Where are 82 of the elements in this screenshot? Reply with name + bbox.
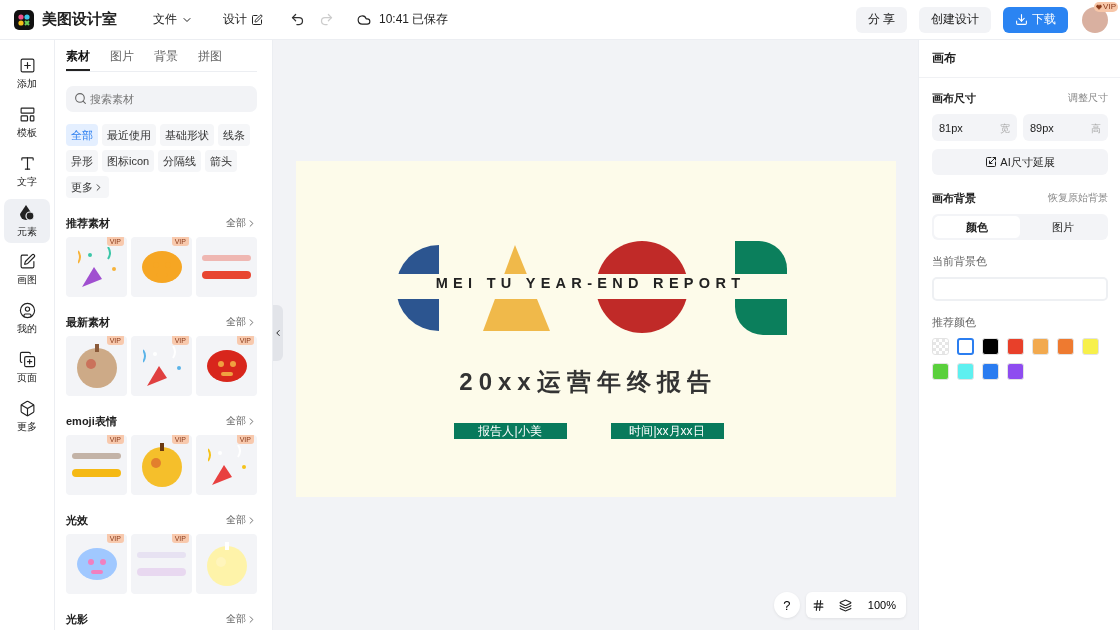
file-menu[interactable]: 文件 [147,7,199,32]
see-all-link[interactable]: 全部 [226,315,257,329]
help-button[interactable]: ? [773,592,800,618]
user-icon [18,302,36,319]
see-all-link[interactable]: 全部 [226,216,257,230]
category-chip[interactable]: 最近使用 [102,124,156,146]
template-icon [18,106,36,123]
rail-item[interactable]: 元素 [4,199,50,243]
transparent-swatch[interactable] [932,338,949,355]
add-icon [18,57,36,74]
rail-item[interactable]: 画图 [4,248,50,292]
asset-tile[interactable] [196,534,257,594]
page-add-icon [18,351,36,368]
search-icon [74,92,87,105]
category-chip[interactable]: 基础形状 [160,124,214,146]
zoom-level[interactable]: 100% [863,599,900,611]
search-field[interactable]: 搜索素材 [66,86,257,112]
category-chip[interactable]: 分隔线 [158,150,202,172]
see-all-link[interactable]: 全部 [226,612,257,626]
design-menu[interactable]: 设计 [217,7,269,32]
grid-icon[interactable] [811,598,825,612]
rail-item[interactable]: 页面 [4,346,50,390]
category-chip[interactable]: 全部 [66,124,98,146]
panel-tab[interactable]: 图片 [110,49,134,71]
rail-item[interactable]: 更多 [4,395,50,439]
report-title: 20xx运营年终报告 [458,367,718,397]
edit-icon [18,253,36,270]
section-title: 推荐素材 [66,215,110,231]
color-swatch[interactable] [957,338,974,355]
edit-icon [251,13,263,26]
top-button[interactable]: 分 享 [855,6,907,33]
category-chip[interactable]: 箭头 [205,150,238,172]
rail-item[interactable]: 文字 [4,150,50,194]
save-status: 10:41 已保存 [379,11,449,28]
layers-icon[interactable] [838,598,852,612]
segment-tab[interactable]: 图片 [1020,216,1106,238]
english-subtitle: MEI TU YEAR-END REPORT [434,275,747,291]
asset-tile[interactable] [196,237,257,297]
section-title: emoji表情 [66,413,117,429]
background-label: 画布背景 [932,191,976,206]
see-all-link[interactable]: 全部 [226,414,257,428]
collapse-handle[interactable] [273,305,283,361]
unit-label: 高 [1091,122,1101,136]
vip-badge: VIP [1094,1,1118,12]
unit-label: 宽 [1000,122,1010,136]
reset-background-link[interactable]: 恢复原始背景 [1048,192,1108,205]
swatch-label: 推荐颜色 [932,315,976,330]
category-chip[interactable]: 更多 [66,176,109,198]
ai-extend-button[interactable]: AI尺寸延展 [932,149,1108,175]
chevron-left-icon [273,328,283,338]
category-chip[interactable]: 线条 [218,124,250,146]
resize-icon [985,156,998,168]
category-chip[interactable]: 图标icon [102,150,155,172]
redo-icon [319,12,334,27]
panel-tab[interactable]: 拼图 [198,49,222,71]
cloud-icon [357,12,371,27]
panel-tab[interactable]: 素材 [66,49,90,71]
download-button[interactable]: 下载 [1003,6,1068,33]
section-title: 光效 [66,512,88,528]
app-name: 美图设计室 [42,10,117,29]
category-chip[interactable]: 异形 [66,150,98,172]
inspector-title: 画布 [919,40,1120,78]
rail-item[interactable]: 模板 [4,101,50,145]
panel-tab[interactable]: 背景 [154,49,178,71]
rail-item[interactable]: 添加 [4,52,50,96]
segment-tab[interactable]: 颜色 [934,216,1020,238]
app-logo-icon [14,9,34,30]
cube-icon [18,400,36,417]
info-label: 时间|xx月xx日 [610,423,724,439]
see-all-link[interactable]: 全部 [226,513,257,527]
rail-item[interactable]: 我的 [4,297,50,341]
top-button[interactable]: 创建设计 [919,6,991,33]
undo-icon [290,12,305,27]
size-label: 画布尺寸 [932,91,976,106]
section-title: 光影 [66,611,88,627]
download-icon [1015,13,1028,26]
section-title: 最新素材 [66,314,110,330]
current-color-label: 当前背景色 [932,254,987,269]
text-icon [18,155,36,172]
shapes-icon [18,203,36,222]
info-label: 报告人|小美 [453,423,567,439]
resize-link[interactable]: 调整尺寸 [1068,92,1108,105]
